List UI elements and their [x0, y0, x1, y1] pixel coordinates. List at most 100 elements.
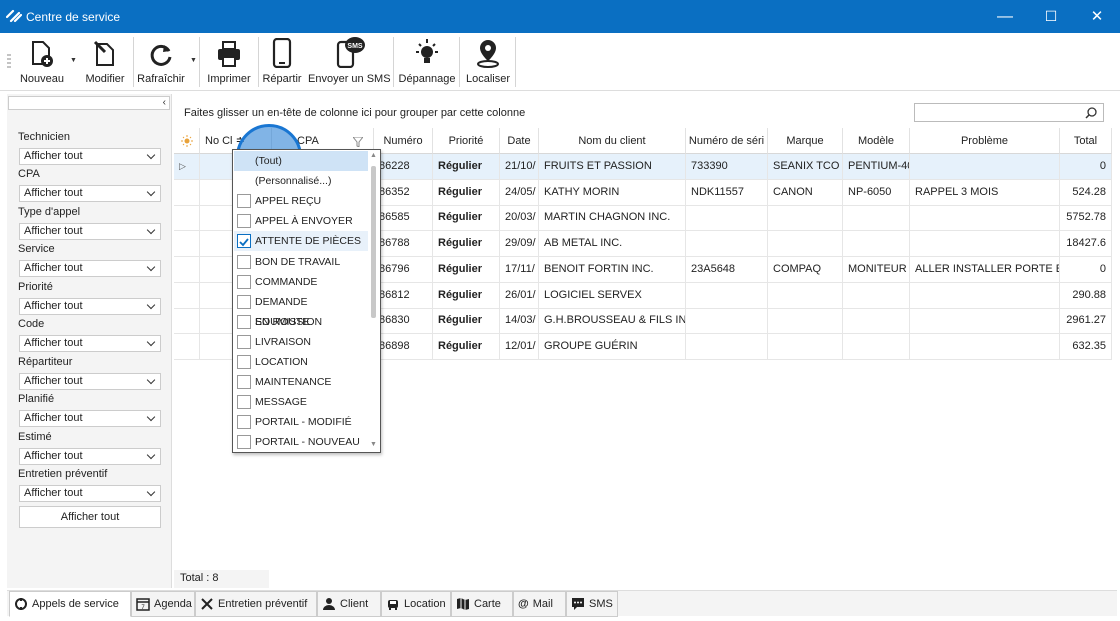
cell-client-name[interactable]: FRUITS ET PASSION — [539, 154, 686, 180]
filter-option[interactable]: DEMANDE SOUMISSION — [234, 292, 368, 328]
cell-total[interactable]: 2961.27 — [1060, 308, 1112, 335]
filter-service-select[interactable]: Afficher tout — [19, 260, 161, 277]
cell-client-name[interactable]: AB METAL INC. — [539, 231, 686, 258]
cell-problem[interactable]: RAPPEL 3 MOIS — [910, 179, 1060, 206]
filter-option[interactable]: (Personnalisé...) — [234, 171, 368, 191]
column-header-date[interactable]: Date — [500, 128, 539, 154]
cell-problem[interactable] — [910, 333, 1060, 360]
cell-number[interactable]: 86830 — [374, 308, 433, 335]
filter-estimated-select[interactable]: Afficher tout — [19, 448, 161, 465]
filter-call-type-select[interactable]: Afficher tout — [19, 223, 161, 240]
cell-priority[interactable]: Régulier — [433, 231, 500, 258]
dropdown-scrollbar[interactable]: ▲ ▼ — [368, 151, 379, 451]
maximize-button[interactable]: ☐ — [1028, 0, 1074, 33]
cell-model[interactable] — [843, 282, 910, 309]
tab-service-calls[interactable]: Appels de service — [9, 591, 131, 617]
close-button[interactable]: ✕ — [1074, 0, 1120, 33]
cell-client-name[interactable]: GROUPE GUÉRIN — [539, 333, 686, 360]
filter-option[interactable]: (Tout) — [234, 151, 368, 171]
scroll-down-icon[interactable]: ▼ — [370, 441, 377, 448]
cell-client-name[interactable]: G.H.BROUSSEAU & FILS INC. — [539, 308, 686, 335]
filter-funnel-icon[interactable] — [353, 137, 363, 147]
cell-date[interactable]: 12/01/ — [500, 333, 539, 360]
refresh-button[interactable]: Rafraîchir — [136, 38, 186, 88]
column-header-brand[interactable]: Marque — [768, 128, 843, 154]
new-button[interactable]: Nouveau — [18, 38, 66, 88]
cell-priority[interactable]: Régulier — [433, 308, 500, 335]
tab-agenda[interactable]: 7 Agenda — [131, 591, 195, 617]
checkbox[interactable] — [237, 254, 251, 269]
cell-serial[interactable] — [686, 282, 768, 309]
dispatch-button[interactable]: Répartir — [260, 38, 304, 88]
cell-serial[interactable] — [686, 231, 768, 258]
tab-client[interactable]: Client — [317, 591, 381, 617]
cell-model[interactable]: MONITEUR 1 — [843, 256, 910, 283]
toolbar-grip-icon[interactable] — [7, 53, 11, 69]
cell-priority[interactable]: Régulier — [433, 205, 500, 232]
column-header-priority[interactable]: Priorité — [433, 128, 500, 154]
column-chooser-button[interactable] — [174, 128, 200, 154]
cell-priority[interactable]: Régulier — [433, 256, 500, 283]
column-filter-dropdown[interactable]: (Tout) (Personnalisé...) APPEL REÇU APPEL À… — [232, 149, 381, 453]
filter-option[interactable]: BON DE TRAVAIL — [234, 252, 368, 272]
cell-priority[interactable]: Régulier — [433, 282, 500, 309]
scroll-up-icon[interactable]: ▲ — [370, 152, 377, 159]
filter-code-select[interactable]: Afficher tout — [19, 335, 161, 352]
cell-brand[interactable] — [768, 282, 843, 309]
filter-option[interactable]: APPEL À ENVOYER — [234, 211, 368, 231]
row-indicator[interactable] — [174, 333, 200, 360]
cell-total[interactable]: 524.28 — [1060, 179, 1112, 206]
column-header-problem[interactable]: Problème — [910, 128, 1060, 154]
checkbox-checked-icon[interactable] — [237, 234, 251, 249]
cell-total[interactable]: 18427.6 — [1060, 231, 1112, 258]
cell-model[interactable] — [843, 308, 910, 335]
row-indicator[interactable] — [174, 256, 200, 283]
filter-option[interactable]: LOCATION — [234, 352, 368, 372]
column-header-number[interactable]: Numéro — [374, 128, 433, 154]
cell-total[interactable]: 0 — [1060, 154, 1112, 180]
filter-preventive-select[interactable]: Afficher tout — [19, 485, 161, 502]
edit-button[interactable]: Modifier — [82, 38, 128, 88]
filter-option[interactable]: COMMANDE — [234, 272, 368, 292]
cell-brand[interactable]: CANON — [768, 179, 843, 206]
filter-option[interactable]: EN ROUTE — [234, 312, 368, 332]
filter-dispatcher-select[interactable]: Afficher tout — [19, 373, 161, 390]
filter-priority-select[interactable]: Afficher tout — [19, 298, 161, 315]
tab-mail[interactable]: @ Mail — [513, 591, 566, 617]
cell-brand[interactable] — [768, 205, 843, 232]
cell-date[interactable]: 24/05/ — [500, 179, 539, 206]
cell-problem[interactable]: ALLER INSTALLER PORTE ET — [910, 256, 1060, 283]
cell-problem[interactable] — [910, 205, 1060, 232]
cell-total[interactable]: 0 — [1060, 256, 1112, 283]
search-input[interactable] — [914, 103, 1104, 122]
cell-model[interactable]: NP-6050 — [843, 179, 910, 206]
cell-date[interactable]: 29/09/ — [500, 231, 539, 258]
filter-option[interactable]: ATTENTE DE PIÈCES — [234, 231, 368, 252]
cell-problem[interactable] — [910, 308, 1060, 335]
show-all-button[interactable]: Afficher tout — [19, 506, 161, 528]
cell-date[interactable]: 20/03/ — [500, 205, 539, 232]
cell-brand[interactable] — [768, 231, 843, 258]
locate-button[interactable]: Localiser — [462, 38, 514, 88]
filter-option[interactable]: PORTAIL - NOUVEAU — [234, 432, 368, 452]
cell-model[interactable] — [843, 231, 910, 258]
cell-serial[interactable]: NDK11557 — [686, 179, 768, 206]
cell-date[interactable]: 14/03/ — [500, 308, 539, 335]
cell-date[interactable]: 26/01/ — [500, 282, 539, 309]
cell-priority[interactable]: Régulier — [433, 333, 500, 360]
cell-client-name[interactable]: BENOIT FORTIN INC. — [539, 256, 686, 283]
cell-client-name[interactable]: LOGICIEL SERVEX — [539, 282, 686, 309]
checkbox[interactable] — [237, 194, 251, 209]
cell-serial[interactable] — [686, 333, 768, 360]
tab-map[interactable]: Carte — [451, 591, 513, 617]
cell-number[interactable]: 86228 — [374, 154, 433, 180]
new-dropdown-caret-icon[interactable]: ▼ — [70, 57, 77, 64]
column-header-total[interactable]: Total — [1060, 128, 1112, 154]
print-button[interactable]: Imprimer — [204, 38, 254, 88]
filter-option[interactable]: MAINTENANCE — [234, 372, 368, 392]
cell-total[interactable]: 632.35 — [1060, 333, 1112, 360]
tab-preventive-maintenance[interactable]: Entretien préventif — [195, 591, 317, 617]
checkbox[interactable] — [237, 375, 251, 390]
collapse-panel-button[interactable]: ‹ — [8, 96, 170, 110]
cell-number[interactable]: 86352 — [374, 179, 433, 206]
